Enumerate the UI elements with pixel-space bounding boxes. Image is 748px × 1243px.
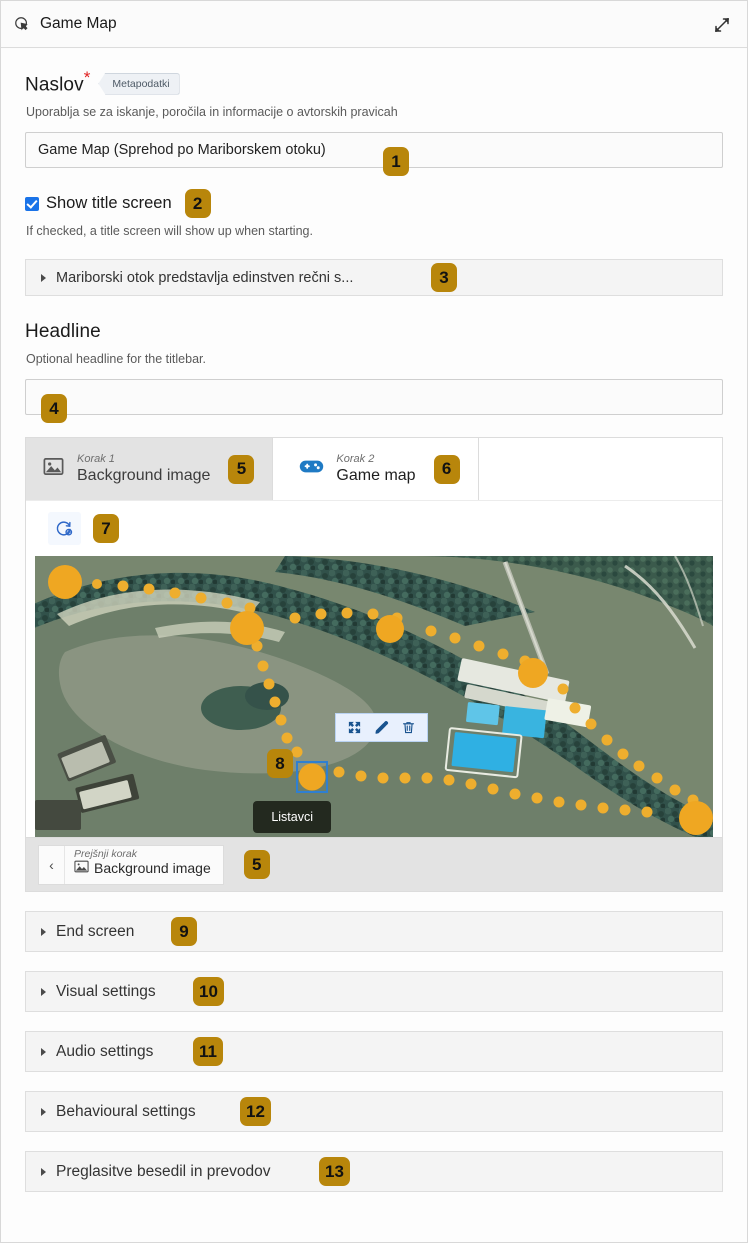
annotation-badge-8: 8 [267,749,293,778]
title-label-row: Naslov* Metapodatki [25,69,723,96]
editor-form-body: Naslov* Metapodatki Uporablja se za iska… [1,49,747,1243]
move-icon[interactable] [347,720,362,735]
tabs-filler [479,438,722,500]
previous-step-button[interactable]: ‹ Prejšnji korak Background i [38,845,224,885]
title-screen-collapsible-label: Mariborski otok predstavlja edinstven re… [56,270,353,286]
previous-step-name-row: Background image [74,860,211,876]
chevron-right-icon [41,1168,46,1176]
map-editor-toolbar: 7 [26,500,722,556]
annotation-badge-7: 7 [93,514,119,543]
accordion-label: End screen [56,923,134,941]
previous-step-name: Background image [94,860,211,876]
show-title-screen-label: Show title screen [46,194,172,213]
step-tabs: Korak 1 Background image 5 [26,438,722,500]
stage-hotspot[interactable] [230,611,264,645]
editor-header: Game Map [1,1,747,48]
headline-input[interactable] [25,379,723,415]
annotation-badge-10: 10 [193,977,224,1006]
tab-background-image[interactable]: Korak 1 Background image 5 [26,438,273,500]
previous-step-bar: ‹ Prejšnji korak Background i [26,837,722,891]
annotation-badge-13: 13 [319,1157,350,1186]
tab2-step-number: Korak 2 [336,454,415,465]
previous-step-label: Prejšnji korak [74,849,211,860]
accordion-label: Audio settings [56,1043,153,1061]
chevron-left-icon: ‹ [39,846,65,884]
show-title-screen-checkbox[interactable] [25,197,39,211]
tab1-step-number: Korak 1 [77,454,210,465]
chevron-right-icon [41,274,46,282]
stage-hotspot[interactable] [679,801,713,835]
gamemap-cursor-icon [14,16,31,33]
accordion-audio-settings[interactable]: Audio settings [25,1031,723,1072]
annotation-badge-4: 4 [41,394,67,423]
annotation-badge-2: 2 [185,189,211,218]
accordion-label: Behavioural settings [56,1103,196,1121]
image-icon [74,860,89,876]
show-title-screen-description: If checked, a title screen will show up … [26,224,723,238]
accordion-behavioural-settings[interactable]: Behavioural settings [25,1091,723,1132]
annotation-badge-12: 12 [240,1097,271,1126]
fullscreen-expand-icon[interactable] [709,12,735,38]
chevron-right-icon [41,988,46,996]
headline-field-description: Optional headline for the titlebar. [26,352,723,366]
gamepad-icon [299,457,324,481]
show-title-screen-row[interactable]: Show title screen 2 [25,189,723,218]
hotspot-label-tooltip: Listavci [253,801,331,833]
edit-pencil-icon[interactable] [374,720,389,735]
accordion-text-overrides[interactable]: Preglasitve besedil in prevodov [25,1151,723,1192]
tab2-step-name: Game map [336,467,415,485]
annotation-badge-3: 3 [431,263,457,292]
tab-game-map[interactable]: Korak 2 Game map 6 [273,438,478,500]
step-wizard: Korak 1 Background image 5 [25,437,723,892]
title-input[interactable] [25,132,723,168]
annotation-badge-9: 9 [171,917,197,946]
page-title: Game Map [40,15,117,33]
tab1-step-name: Background image [77,467,210,485]
stage-hotspot[interactable] [518,658,548,688]
image-icon [42,455,65,483]
chevron-right-icon [41,1108,46,1116]
accordion-label: Preglasitve besedil in prevodov [56,1163,271,1181]
metadata-chip-button[interactable]: Metapodatki [98,73,179,95]
required-marker: * [84,68,91,87]
headline-field-label: Headline [25,321,723,343]
accordion-end-screen[interactable]: End screen [25,911,723,952]
accordion-visual-settings[interactable]: Visual settings [25,971,723,1012]
header-title-group: Game Map [14,15,117,33]
add-stage-circular-arrow-icon[interactable] [48,512,81,545]
h5p-editor-screenshot: Game Map Naslov* Metapodatki Uporablja s… [0,0,748,1243]
title-field-description: Uporablja se za iskanje, poročila in inf… [26,105,723,119]
settings-accordions: End screen 9 Visual settings 10 Audio se… [25,911,723,1192]
title-screen-collapsible[interactable]: Mariborski otok predstavlja edinstven re… [25,259,723,296]
route-path-dots [35,556,713,837]
stage-hotspot[interactable] [376,615,404,643]
hotspot-action-toolbar [335,713,428,742]
game-map-canvas[interactable]: 8 Listavci [35,556,713,837]
chevron-right-icon [41,1048,46,1056]
title-field-label: Naslov* [25,69,90,96]
stage-hotspot[interactable] [48,565,82,599]
annotation-badge-5b: 5 [244,850,270,879]
annotation-badge-1: 1 [383,147,409,176]
hotspot-selection-box [296,761,328,793]
trash-delete-icon[interactable] [401,720,416,735]
annotation-badge-11: 11 [193,1037,223,1066]
chevron-right-icon [41,928,46,936]
accordion-label: Visual settings [56,983,156,1001]
annotation-badge-6: 6 [434,455,460,484]
annotation-badge-5: 5 [228,455,254,484]
